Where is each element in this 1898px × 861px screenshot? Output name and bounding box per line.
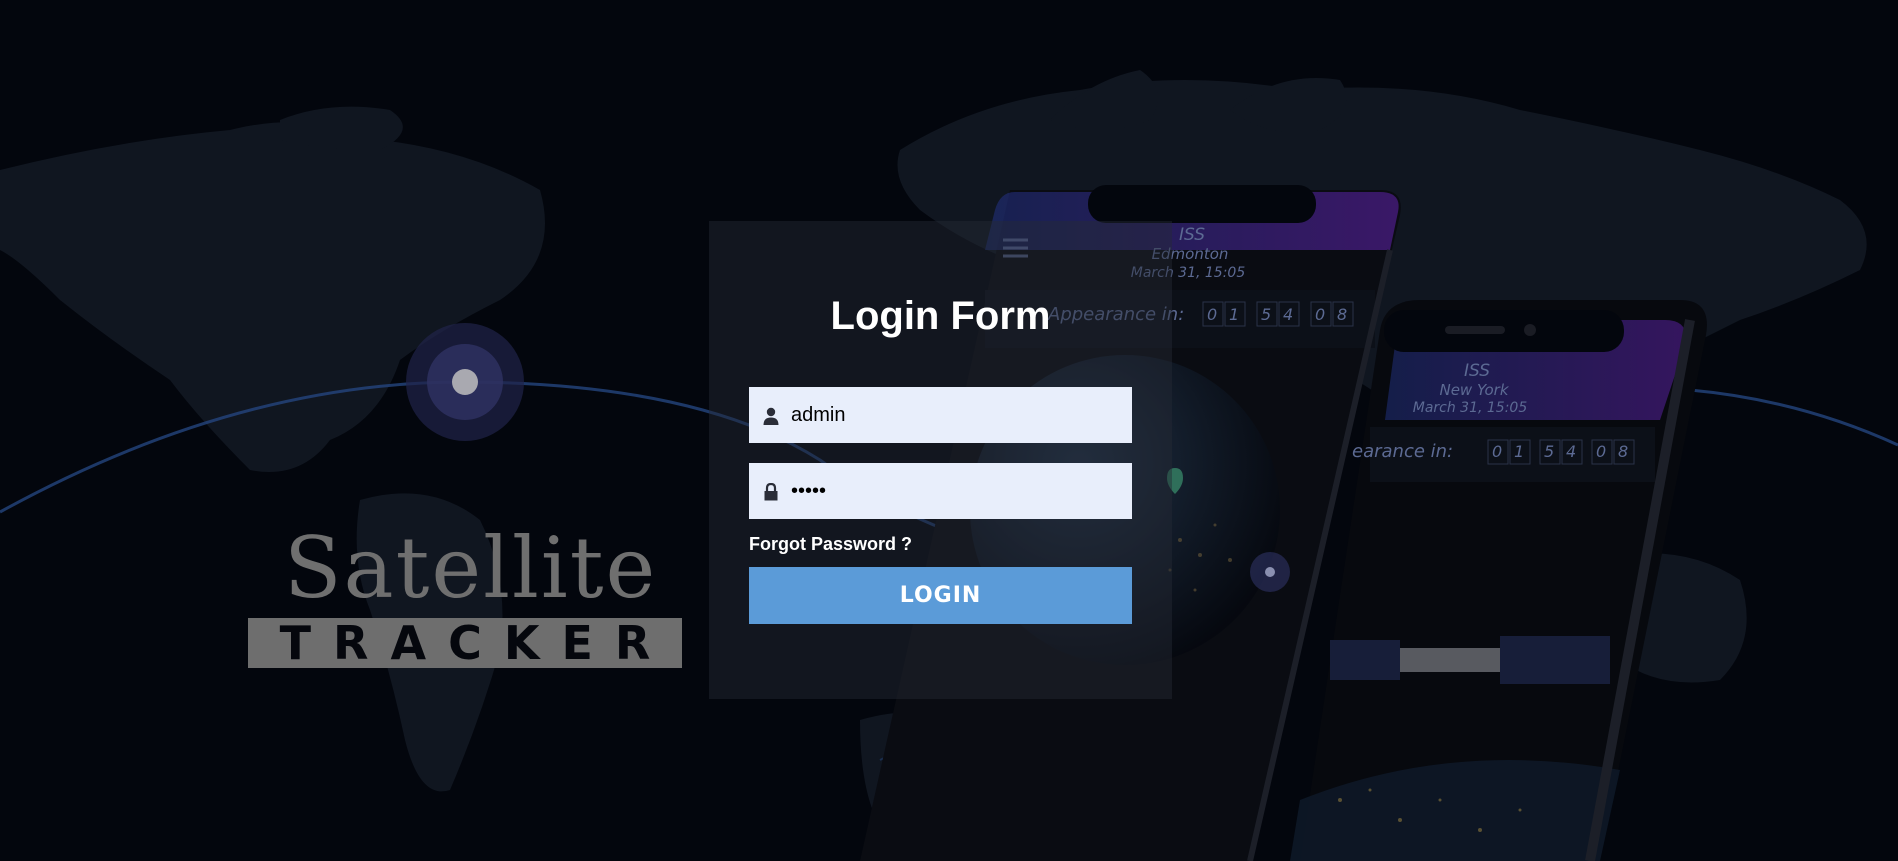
svg-text:8: 8 xyxy=(1337,305,1347,324)
svg-text:5: 5 xyxy=(1544,442,1554,461)
svg-text:0: 0 xyxy=(1492,442,1502,461)
svg-text:ISS: ISS xyxy=(1179,225,1205,245)
svg-text:5: 5 xyxy=(1261,305,1271,324)
svg-text:earance in:: earance in: xyxy=(1352,441,1453,462)
logo-word-tracker: TRACKER xyxy=(248,618,682,668)
password-input[interactable] xyxy=(791,463,1121,519)
login-panel: Login Form Forgot Password ? LOGIN xyxy=(709,221,1172,699)
svg-text:New York: New York xyxy=(1439,381,1509,399)
svg-text:1: 1 xyxy=(1229,305,1239,324)
lock-icon xyxy=(764,483,778,501)
username-field[interactable] xyxy=(749,387,1132,443)
logo-word-satellite: Satellite xyxy=(284,519,658,617)
forgot-password-link[interactable]: Forgot Password ? xyxy=(749,533,912,555)
svg-text:1: 1 xyxy=(1514,442,1524,461)
svg-text:0: 0 xyxy=(1596,442,1606,461)
svg-text:ISS: ISS xyxy=(1464,361,1490,381)
map-location-pin xyxy=(406,323,524,441)
svg-text:0: 0 xyxy=(1207,305,1217,324)
svg-text:March 31, 15:05: March 31, 15:05 xyxy=(1413,400,1528,416)
svg-text:4: 4 xyxy=(1283,305,1293,324)
svg-text:8: 8 xyxy=(1618,442,1628,461)
password-field[interactable] xyxy=(749,463,1132,519)
satellite-tracker-logo: Satellite TRACKER xyxy=(246,520,686,670)
svg-text:0: 0 xyxy=(1315,305,1325,324)
login-button[interactable]: LOGIN xyxy=(749,567,1132,624)
svg-text:4: 4 xyxy=(1566,442,1576,461)
login-form-title: Login Form xyxy=(830,294,1051,338)
username-input[interactable] xyxy=(791,387,1121,443)
user-icon xyxy=(763,407,779,425)
